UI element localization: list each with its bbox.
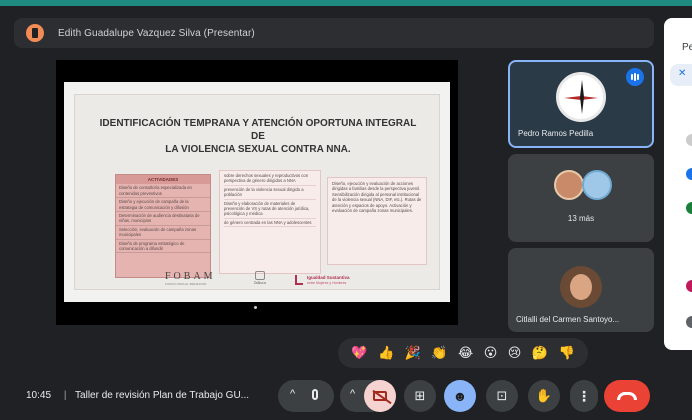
reaction-clap-icon[interactable]: 👏 <box>431 346 447 360</box>
reaction-sad-icon[interactable]: 😢 <box>508 346 522 360</box>
leave-call-button[interactable] <box>604 380 650 412</box>
emoji-reactions-button[interactable]: ☻ <box>444 380 476 412</box>
audio-bar <box>631 74 633 80</box>
camera-off-icon <box>373 391 387 401</box>
presentation-slide: IDENTIFICACIÓN TEMPRANA Y ATENCIÓN OPORT… <box>64 82 450 302</box>
igualdad-logo: Igualdad Sustantiva entre Mujeres y Homb… <box>295 273 375 289</box>
middle-item: Diseño y elaboración de materiales de pr… <box>224 201 316 219</box>
present-icon: ⊡ <box>496 388 508 403</box>
participant-tile-others[interactable]: 13 más <box>508 154 654 242</box>
activity-item: Selección, evaluación de campaña zonas m… <box>116 226 210 240</box>
meeting-title: Taller de revisión Plan de Trabajo GU... <box>75 390 250 401</box>
igualdad-logo-subtext: entre Mujeres y Hombres <box>307 281 347 285</box>
fobam-logo-subtext: FONDO PARA EL BIENESTAR <box>165 282 207 286</box>
fobam-logo: FOBAM FONDO PARA EL BIENESTAR <box>165 271 225 289</box>
presentation-icon <box>26 24 44 42</box>
microphone-icon[interactable] <box>312 389 318 400</box>
slide-content: IDENTIFICACIÓN TEMPRANA Y ATENCIÓN OPORT… <box>74 94 440 290</box>
middle-column: sobre derechos sexuales y reproductivos … <box>219 170 321 274</box>
side-panel-title: Pe <box>682 42 692 53</box>
camera-off-button[interactable] <box>364 380 396 412</box>
middle-item: sobre derechos sexuales y reproductivos … <box>224 173 316 186</box>
more-options-button[interactable]: ⋮ <box>570 380 598 412</box>
slide-logos: FOBAM FONDO PARA EL BIENESTAR Jalisco Ig… <box>165 271 385 289</box>
audio-bar <box>634 73 636 81</box>
side-avatar <box>686 168 692 180</box>
reaction-party-icon[interactable]: 🎉 <box>405 346 421 360</box>
jalisco-logo: Jalisco <box>245 271 275 289</box>
meeting-separator: | <box>63 390 67 401</box>
participant-tile-pedro[interactable]: Pedro Ramos Pedilla <box>508 60 654 148</box>
side-avatar <box>686 280 692 292</box>
reaction-heart-icon[interactable]: 💖 <box>351 346 367 360</box>
slide-title-line: IDENTIFICACIÓN TEMPRANA Y ATENCIÓN OPORT… <box>99 118 417 142</box>
compass-needle <box>580 80 584 114</box>
activities-column: ACTIVIDADES Diseño de consultoría especi… <box>115 174 211 278</box>
reaction-laugh-icon[interactable]: 😂 <box>458 346 473 360</box>
present-screen-button[interactable]: ⊡ <box>486 380 518 412</box>
reaction-surprised-icon[interactable]: 😮 <box>484 346 498 360</box>
fobam-logo-text: FOBAM <box>165 271 216 282</box>
meet-window: Edith Guadalupe Vazquez Silva (Presentar… <box>0 6 692 420</box>
more-vert-icon: ⋮ <box>577 387 591 404</box>
activity-item: Diseño y ejecución de campaña de la estr… <box>116 198 210 213</box>
middle-item: prevención de la violencia sexual dirigi… <box>224 187 316 200</box>
bottom-control-bar: 10:45 | Taller de revisión Plan de Traba… <box>0 376 692 420</box>
audio-control-group: ^ <box>278 380 334 412</box>
activities-header: ACTIVIDADES <box>116 175 210 185</box>
participant-avatar <box>554 170 584 200</box>
raise-hand-button[interactable]: ✋ <box>528 380 560 412</box>
audio-bar <box>637 74 639 80</box>
smile-icon: ☻ <box>452 388 468 404</box>
reactions-bar: 💖 👍 🎉 👏 😂 😮 😢 🤔 👎 <box>338 338 588 368</box>
slide-title-line: LA VIOLENCIA SEXUAL CONTRA NNA. <box>165 144 351 155</box>
side-avatar <box>686 316 692 328</box>
participant-avatar <box>582 170 612 200</box>
activity-item: Diseño de programa estratégico de comuni… <box>116 240 210 254</box>
people-side-panel[interactable]: Pe ✕ <box>664 18 692 350</box>
jalisco-logo-text: Jalisco <box>253 280 267 285</box>
more-participants-count: 13 más <box>567 214 595 223</box>
compass-avatar <box>556 72 606 122</box>
jalisco-seal-icon <box>255 271 265 280</box>
video-control-group: ^ <box>340 380 396 412</box>
slide-title: IDENTIFICACIÓN TEMPRANA Y ATENCIÓN OPORT… <box>95 117 421 156</box>
audio-options-chevron-icon[interactable]: ^ <box>290 388 295 400</box>
captions-button[interactable]: ⊞ <box>404 380 436 412</box>
hand-icon: ✋ <box>535 388 553 403</box>
presenter-label: Edith Guadalupe Vazquez Silva (Presentar… <box>58 27 255 39</box>
pointer-dot <box>254 306 257 309</box>
side-avatar <box>686 134 692 146</box>
meeting-time: 10:45 <box>26 390 52 401</box>
captions-icon: ⊞ <box>414 388 426 403</box>
hang-up-icon <box>617 392 637 400</box>
meeting-info: 10:45 | Taller de revisión Plan de Traba… <box>26 390 249 401</box>
participant-tile-citlalli[interactable]: Citlalli del Carmen Santoyo... <box>508 248 654 332</box>
activity-item: Determinación de audiencia destinataria … <box>116 212 210 226</box>
igualdad-mark-icon <box>295 275 303 285</box>
side-avatar <box>686 202 692 214</box>
mic-off-icon[interactable]: ✕ <box>670 64 692 86</box>
reaction-thinking-icon[interactable]: 🤔 <box>532 346 548 360</box>
speaking-indicator-icon <box>626 68 644 86</box>
right-column: Diseño, ejecución y evaluación de accion… <box>327 177 427 265</box>
participant-face <box>570 274 592 300</box>
shared-screen[interactable]: IDENTIFICACIÓN TEMPRANA Y ATENCIÓN OPORT… <box>56 60 458 325</box>
video-options-chevron-icon[interactable]: ^ <box>350 388 355 400</box>
activity-item: Diseño de consultoría especializada en c… <box>116 184 210 199</box>
participant-name: Citlalli del Carmen Santoyo... <box>516 315 620 324</box>
igualdad-logo-text: Igualdad Sustantiva <box>307 275 350 280</box>
reaction-thumbs-up-icon[interactable]: 👍 <box>378 346 394 360</box>
participant-name: Pedro Ramos Pedilla <box>518 129 594 138</box>
reaction-thumbs-down-icon[interactable]: 👎 <box>559 346 575 360</box>
presenter-bar: Edith Guadalupe Vazquez Silva (Presentar… <box>14 18 654 48</box>
participant-video <box>560 266 602 308</box>
middle-item: de género centrada en las NNA y adolesce… <box>224 220 316 228</box>
